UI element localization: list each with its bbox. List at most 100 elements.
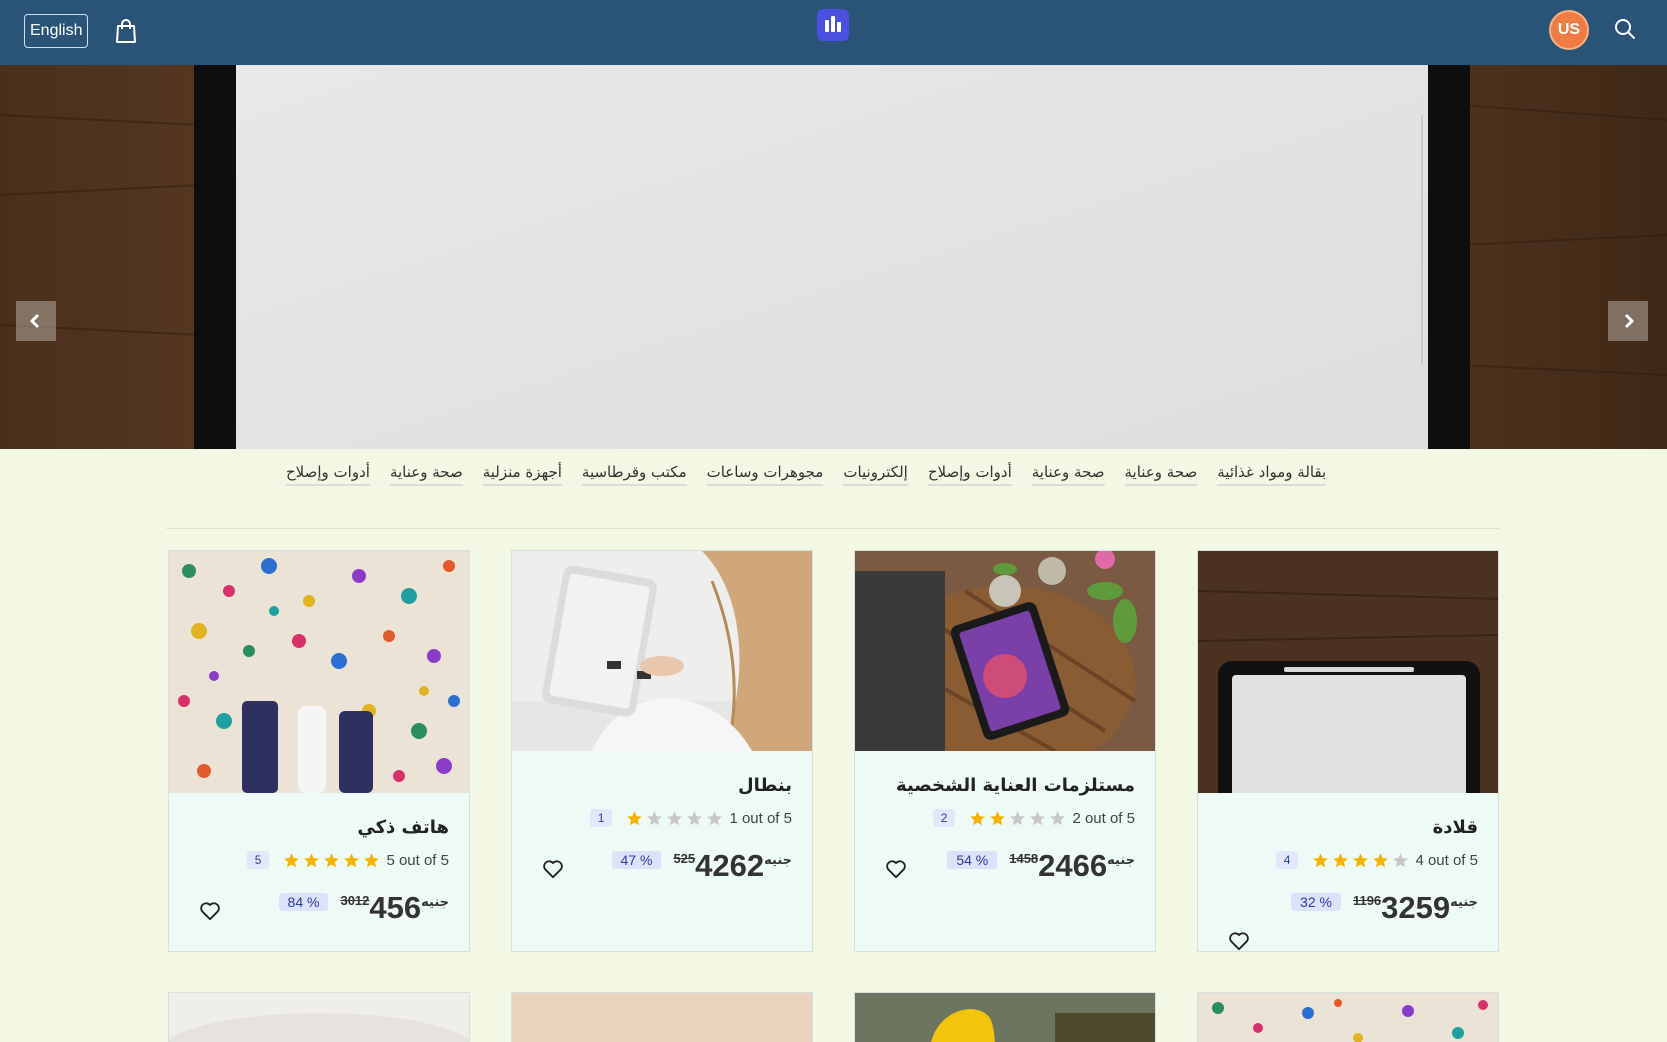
- star-filled-icon: [627, 810, 643, 825]
- star-empty-icon: [1030, 810, 1046, 825]
- currency-label: جنيه: [764, 853, 792, 868]
- hero-carousel: [0, 65, 1667, 449]
- rating-badge: 5: [246, 851, 270, 869]
- product-card[interactable]: [511, 992, 813, 1042]
- product-title[interactable]: هاتف ذكي: [357, 817, 449, 838]
- rating-text: 2 out of 5: [1072, 809, 1135, 827]
- star-empty-icon: [1050, 810, 1066, 825]
- product-image[interactable]: [855, 993, 1156, 1042]
- product-price: 4262: [695, 848, 765, 883]
- product-card[interactable]: هاتف ذكي 5 out of 5 5 جنيه 456 3012 84 %: [168, 550, 470, 952]
- price-row: جنيه 4262 525 47 %: [611, 848, 792, 883]
- category-link[interactable]: صحة وعناية: [1031, 463, 1105, 486]
- search-icon[interactable]: [1613, 17, 1637, 41]
- old-price: 1458: [1009, 851, 1039, 866]
- star-filled-icon: [364, 852, 380, 867]
- product-title[interactable]: مستلزمات العناية الشخصية: [896, 775, 1135, 796]
- user-avatar[interactable]: US: [1549, 10, 1589, 50]
- category-link[interactable]: بقالة ومواد غذائية: [1217, 463, 1327, 486]
- brand-logo[interactable]: [817, 9, 849, 41]
- section-divider: [166, 528, 1500, 529]
- star-empty-icon: [687, 810, 703, 825]
- star-rating: [969, 810, 1066, 827]
- discount-badge: 47 %: [611, 851, 662, 869]
- heart-icon[interactable]: [542, 859, 564, 879]
- star-filled-icon: [990, 810, 1006, 825]
- star-rating: [626, 810, 723, 827]
- product-title[interactable]: قلادة: [1433, 817, 1478, 838]
- star-filled-icon: [1373, 852, 1389, 867]
- star-rating: [1312, 852, 1409, 869]
- product-card[interactable]: [168, 992, 470, 1042]
- star-filled-icon: [1353, 852, 1369, 867]
- star-filled-icon: [304, 852, 320, 867]
- currency-label: جنيه: [1107, 853, 1135, 868]
- product-image[interactable]: [512, 993, 813, 1042]
- product-price: 2466: [1038, 848, 1108, 883]
- currency-label: جنيه: [421, 895, 449, 910]
- carousel-prev-button[interactable]: [16, 301, 56, 341]
- star-filled-icon: [1333, 852, 1349, 867]
- language-toggle-button[interactable]: English: [24, 14, 89, 48]
- rating-text: 1 out of 5: [729, 809, 792, 827]
- heart-icon[interactable]: [1228, 931, 1250, 951]
- product-image[interactable]: [169, 551, 469, 793]
- product-image[interactable]: [1198, 551, 1498, 793]
- category-link[interactable]: إلكترونيات: [843, 463, 908, 486]
- rating-badge: 1: [589, 809, 613, 827]
- category-link[interactable]: أجهزة منزلية: [482, 463, 562, 486]
- product-card[interactable]: قلادة 4 out of 5 4 جنيه 3259 1196 32 %: [1197, 550, 1499, 952]
- category-link[interactable]: أدوات وإصلاح: [927, 463, 1012, 486]
- product-card[interactable]: [1197, 992, 1499, 1042]
- chevron-right-icon: [1624, 313, 1634, 329]
- old-price: 525: [673, 851, 696, 866]
- currency-label: جنيه: [1450, 895, 1478, 910]
- category-link[interactable]: صحة وعناية: [1124, 463, 1198, 486]
- category-link[interactable]: أدوات وإصلاح: [286, 463, 370, 486]
- star-empty-icon: [667, 810, 683, 825]
- top-navbar: English US: [0, 0, 1667, 65]
- heart-icon[interactable]: [885, 859, 907, 879]
- star-rating: [283, 852, 380, 869]
- category-link[interactable]: صحة وعناية: [389, 463, 463, 486]
- discount-badge: 54 %: [947, 851, 998, 869]
- star-filled-icon: [970, 810, 986, 825]
- product-image[interactable]: [855, 551, 1155, 751]
- product-image[interactable]: [512, 551, 812, 751]
- star-empty-icon: [707, 810, 723, 825]
- rating-text: 4 out of 5: [1415, 851, 1478, 869]
- discount-badge: 32 %: [1291, 893, 1341, 911]
- star-filled-icon: [344, 852, 360, 867]
- product-image[interactable]: [1198, 993, 1499, 1042]
- shopping-bag-icon[interactable]: [114, 18, 138, 44]
- star-empty-icon: [647, 810, 663, 825]
- product-card[interactable]: مستلزمات العناية الشخصية 2 out of 5 2 جن…: [854, 550, 1156, 952]
- discount-badge: 84 %: [278, 893, 329, 911]
- carousel-next-button[interactable]: [1608, 301, 1648, 341]
- old-price: 1196: [1352, 893, 1382, 908]
- category-link[interactable]: مجوهرات وساعات: [706, 463, 824, 486]
- category-link[interactable]: مكتب وقرطاسية: [581, 463, 687, 486]
- star-empty-icon: [1393, 852, 1409, 867]
- star-filled-icon: [284, 852, 300, 867]
- chevron-left-icon: [30, 313, 40, 329]
- product-rating: 1 out of 5 1: [589, 809, 792, 827]
- hero-image: [0, 65, 1667, 449]
- star-empty-icon: [1010, 810, 1026, 825]
- star-filled-icon: [324, 852, 340, 867]
- product-card[interactable]: [854, 992, 1156, 1042]
- rating-badge: 2: [932, 809, 956, 827]
- product-price: 456: [369, 890, 422, 925]
- heart-icon[interactable]: [199, 901, 221, 921]
- product-card[interactable]: بنطال 1 out of 5 1 جنيه 4262 525 47 %: [511, 550, 813, 952]
- product-image[interactable]: [169, 993, 470, 1042]
- rating-text: 5 out of 5: [386, 851, 449, 869]
- product-title[interactable]: بنطال: [738, 775, 792, 796]
- category-bar: بقالة ومواد غذائية صحة وعناية صحة وعناية…: [0, 449, 1667, 529]
- old-price: 3012: [340, 893, 370, 908]
- product-price: 3259: [1381, 890, 1451, 925]
- star-filled-icon: [1313, 852, 1329, 867]
- price-row: جنيه 2466 1458 54 %: [947, 849, 1135, 883]
- product-rating: 4 out of 5 4: [1275, 851, 1478, 869]
- rating-badge: 4: [1275, 851, 1299, 869]
